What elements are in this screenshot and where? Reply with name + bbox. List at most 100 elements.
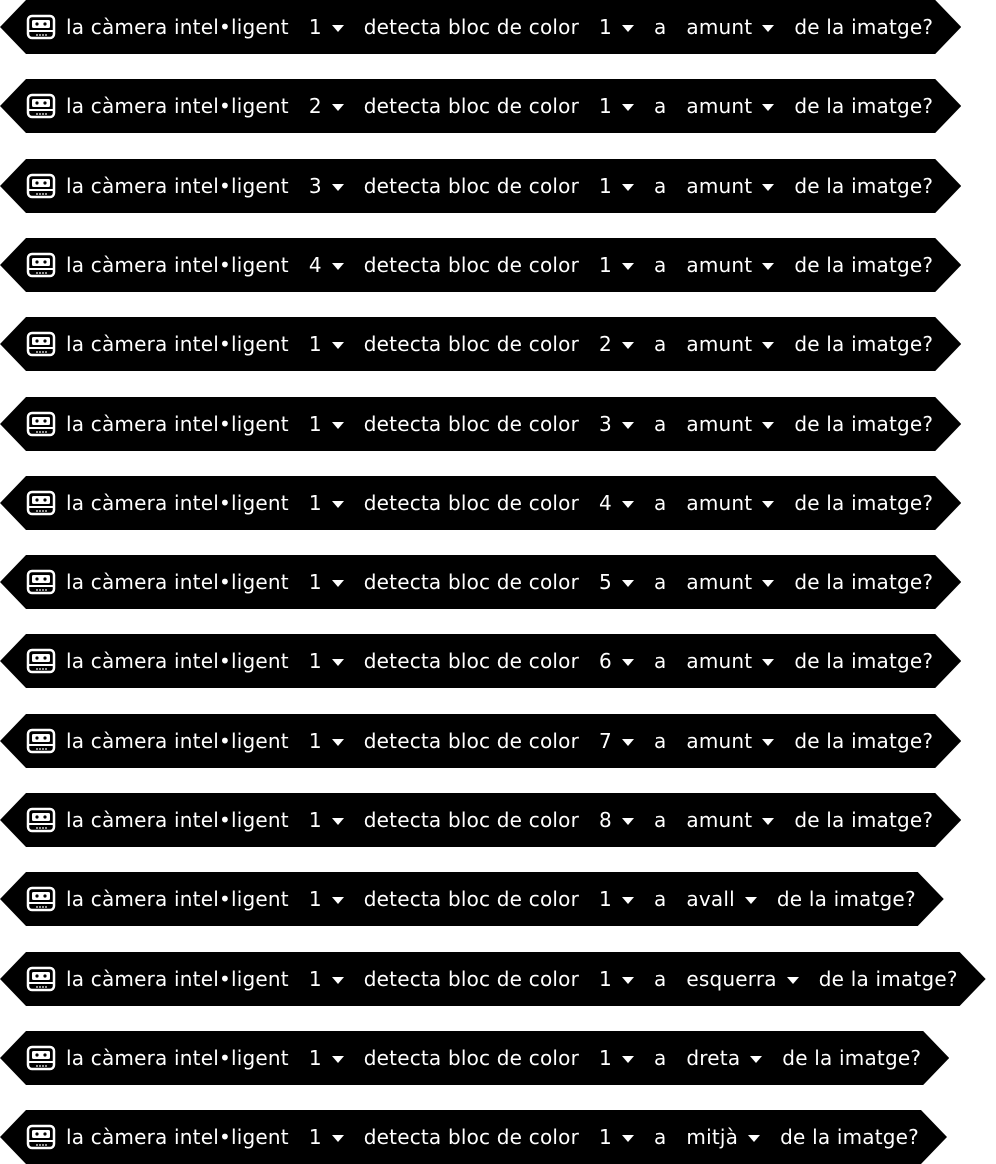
mid-label: detecta bloc de color xyxy=(363,1046,579,1070)
mid-label: detecta bloc de color xyxy=(363,174,579,198)
position-dropdown[interactable]: amunt xyxy=(686,491,774,515)
smart-camera-color-block[interactable]: la càmera intel•ligent 1 detecta bloc de… xyxy=(0,555,961,609)
chevron-down-icon xyxy=(762,422,774,429)
position-dropdown[interactable]: amunt xyxy=(686,15,774,39)
chevron-down-icon xyxy=(332,739,344,746)
color-block-value: 5 xyxy=(599,570,612,594)
chevron-down-icon xyxy=(622,1135,634,1142)
camera-dropdown[interactable]: 1 xyxy=(309,887,344,911)
color-block-dropdown[interactable]: 1 xyxy=(599,967,634,991)
color-block-value: 1 xyxy=(599,967,612,991)
color-block-value: 1 xyxy=(599,887,612,911)
camera-value: 1 xyxy=(308,649,322,673)
camera-dropdown[interactable]: 1 xyxy=(309,729,344,753)
position-dropdown[interactable]: amunt xyxy=(686,253,774,277)
position-dropdown[interactable]: amunt xyxy=(686,649,774,673)
mid-label: detecta bloc de color xyxy=(363,412,579,436)
color-block-dropdown[interactable]: 5 xyxy=(599,570,634,594)
position-value: amunt xyxy=(686,332,753,356)
smart-camera-color-block[interactable]: la càmera intel•ligent 1 detecta bloc de… xyxy=(0,1031,949,1085)
color-block-dropdown[interactable]: 1 xyxy=(599,15,634,39)
position-dropdown[interactable]: mitjà xyxy=(686,1125,760,1149)
chevron-down-icon xyxy=(332,342,344,349)
smart-camera-color-block[interactable]: la càmera intel•ligent 1 detecta bloc de… xyxy=(0,397,961,451)
camera-value: 1 xyxy=(308,332,322,356)
smart-camera-color-block[interactable]: la càmera intel•ligent 1 detecta bloc de… xyxy=(0,952,986,1006)
chevron-down-icon xyxy=(762,184,774,191)
camera-dropdown[interactable]: 1 xyxy=(309,491,344,515)
smart-camera-color-block[interactable]: la càmera intel•ligent 1 detecta bloc de… xyxy=(0,793,961,847)
position-value: amunt xyxy=(686,649,753,673)
position-value: amunt xyxy=(686,412,753,436)
color-block-dropdown[interactable]: 1 xyxy=(599,174,634,198)
position-dropdown[interactable]: amunt xyxy=(686,729,774,753)
color-block-dropdown[interactable]: 1 xyxy=(599,887,634,911)
camera-dropdown[interactable]: 1 xyxy=(309,1046,344,1070)
camera-dropdown[interactable]: 1 xyxy=(309,1125,344,1149)
smart-camera-icon xyxy=(26,886,56,912)
chevron-down-icon xyxy=(762,501,774,508)
color-block-value: 1 xyxy=(599,1046,612,1070)
color-block-dropdown[interactable]: 1 xyxy=(599,94,634,118)
position-dropdown[interactable]: amunt xyxy=(686,570,774,594)
camera-dropdown[interactable]: 1 xyxy=(309,412,344,436)
camera-dropdown[interactable]: 1 xyxy=(309,332,344,356)
chevron-down-icon xyxy=(332,659,344,666)
smart-camera-color-block[interactable]: la càmera intel•ligent 2 detecta bloc de… xyxy=(0,79,961,133)
chevron-down-icon xyxy=(762,342,774,349)
camera-dropdown[interactable]: 1 xyxy=(309,570,344,594)
chevron-down-icon xyxy=(762,263,774,270)
camera-value: 1 xyxy=(308,491,322,515)
smart-camera-color-block[interactable]: la càmera intel•ligent 1 detecta bloc de… xyxy=(0,317,961,371)
smart-camera-color-block[interactable]: la càmera intel•ligent 1 detecta bloc de… xyxy=(0,1110,947,1164)
smart-camera-icon xyxy=(26,648,56,674)
camera-dropdown[interactable]: 1 xyxy=(309,649,344,673)
chevron-down-icon xyxy=(332,25,344,32)
smart-camera-color-block[interactable]: la càmera intel•ligent 1 detecta bloc de… xyxy=(0,872,944,926)
position-value: amunt xyxy=(686,729,753,753)
smart-camera-color-block[interactable]: la càmera intel•ligent 1 detecta bloc de… xyxy=(0,476,961,530)
camera-dropdown[interactable]: 1 xyxy=(309,967,344,991)
smart-camera-color-block[interactable]: la càmera intel•ligent 4 detecta bloc de… xyxy=(0,238,961,292)
prefix-label: la càmera intel•ligent xyxy=(66,570,289,594)
suffix-label: de la imatge? xyxy=(794,649,934,673)
preposition-label: a xyxy=(653,15,667,39)
prefix-label: la càmera intel•ligent xyxy=(66,94,289,118)
color-block-dropdown[interactable]: 2 xyxy=(599,332,634,356)
position-dropdown[interactable]: dreta xyxy=(686,1046,762,1070)
color-block-dropdown[interactable]: 1 xyxy=(599,253,634,277)
smart-camera-color-block[interactable]: la càmera intel•ligent 1 detecta bloc de… xyxy=(0,714,961,768)
camera-dropdown[interactable]: 1 xyxy=(309,808,344,832)
position-dropdown[interactable]: amunt xyxy=(686,332,774,356)
preposition-label: a xyxy=(653,412,667,436)
camera-dropdown[interactable]: 2 xyxy=(309,94,344,118)
suffix-label: de la imatge? xyxy=(794,15,934,39)
position-dropdown[interactable]: amunt xyxy=(686,94,774,118)
chevron-down-icon xyxy=(332,501,344,508)
camera-value: 1 xyxy=(308,1046,322,1070)
smart-camera-color-block[interactable]: la càmera intel•ligent 1 detecta bloc de… xyxy=(0,634,961,688)
position-value: amunt xyxy=(686,491,753,515)
camera-dropdown[interactable]: 1 xyxy=(309,15,344,39)
color-block-dropdown[interactable]: 1 xyxy=(599,1125,634,1149)
smart-camera-icon xyxy=(26,966,56,992)
smart-camera-color-block[interactable]: la càmera intel•ligent 3 detecta bloc de… xyxy=(0,159,961,213)
camera-dropdown[interactable]: 4 xyxy=(309,253,344,277)
mid-label: detecta bloc de color xyxy=(363,15,579,39)
color-block-dropdown[interactable]: 8 xyxy=(599,808,634,832)
color-block-dropdown[interactable]: 7 xyxy=(599,729,634,753)
color-block-dropdown[interactable]: 6 xyxy=(599,649,634,673)
smart-camera-color-block[interactable]: la càmera intel•ligent 1 detecta bloc de… xyxy=(0,0,961,54)
color-block-dropdown[interactable]: 1 xyxy=(599,1046,634,1070)
position-dropdown[interactable]: avall xyxy=(686,887,756,911)
camera-dropdown[interactable]: 3 xyxy=(309,174,344,198)
position-dropdown[interactable]: esquerra xyxy=(686,967,798,991)
color-block-dropdown[interactable]: 3 xyxy=(599,412,634,436)
color-block-dropdown[interactable]: 4 xyxy=(599,491,634,515)
suffix-label: de la imatge? xyxy=(794,808,934,832)
position-dropdown[interactable]: amunt xyxy=(686,174,774,198)
blocks-canvas: la càmera intel•ligent 1 detecta bloc de… xyxy=(0,0,996,1164)
position-dropdown[interactable]: amunt xyxy=(686,412,774,436)
position-dropdown[interactable]: amunt xyxy=(686,808,774,832)
preposition-label: a xyxy=(653,1046,667,1070)
